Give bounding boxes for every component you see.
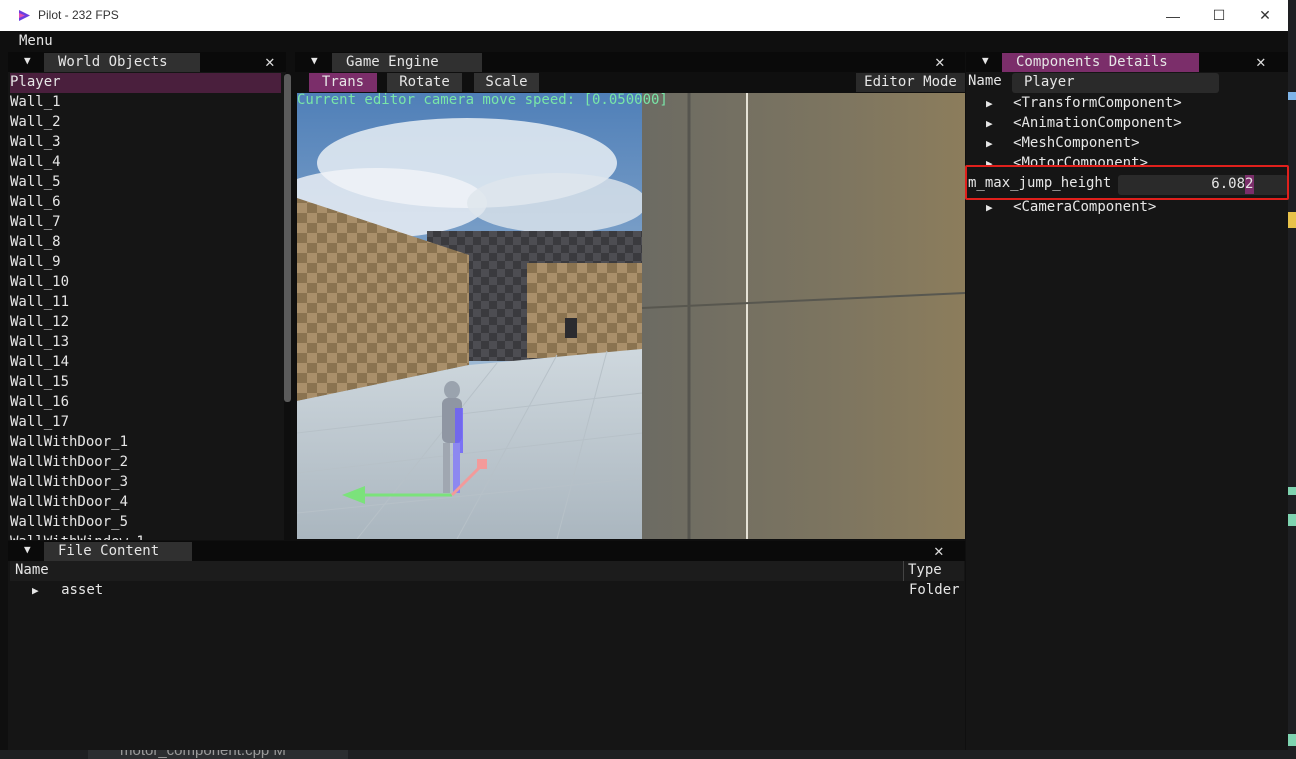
close-window-button[interactable]: ✕ [1242,0,1288,31]
table-cell-type: Folder [909,582,960,598]
scrollbar[interactable] [284,74,291,540]
world-object-item[interactable]: Wall_1 [10,93,281,113]
component-item-mesh[interactable]: ▶ <MeshComponent> [986,134,1140,154]
world-object-item[interactable]: Wall_3 [10,133,281,153]
camera-speed-readout: Current editor camera move speed: [0.050… [297,92,668,108]
column-header-name[interactable]: Name [15,562,49,578]
tab-file-content[interactable]: File Content [44,542,192,561]
transform-toolbar: Trans Rotate Scale Editor Mode [295,72,965,93]
table-row[interactable]: ▶ asset [32,581,103,601]
minimize-icon: — [1166,7,1180,24]
collapse-triangle-icon[interactable]: ▼ [311,54,318,67]
background-window-edge [1288,0,1296,759]
window-titlebar: Pilot - 232 FPS — ☐ ✕ [0,0,1288,31]
collapse-triangle-icon[interactable]: ▼ [982,54,989,67]
highlight-annotation-box [965,165,1289,200]
close-panel-icon[interactable]: ✕ [1256,52,1266,71]
world-object-item[interactable]: Wall_5 [10,173,281,193]
table-header: Name Type [10,561,964,581]
world-object-item[interactable]: Wall_11 [10,293,281,313]
background-editor-glyph [1288,734,1296,746]
name-label: Name [968,73,1002,89]
window-title: Pilot - 232 FPS [38,8,119,22]
component-item-transform[interactable]: ▶ <TransformComponent> [986,94,1182,114]
world-object-item[interactable]: WallWithDoor_5 [10,513,281,533]
close-icon: ✕ [1259,7,1271,23]
world-object-item[interactable]: Wall_10 [10,273,281,293]
close-panel-icon[interactable]: ✕ [935,52,945,71]
file-content-panel: ▼ File Content ✕ Name Type ▶ asset Folde… [8,541,965,750]
expand-triangle-icon[interactable]: ▶ [986,97,993,110]
world-object-item[interactable]: Wall_13 [10,333,281,353]
component-item-camera[interactable]: ▶ <CameraComponent> [986,198,1156,218]
world-object-item[interactable]: WallWithDoor_4 [10,493,281,513]
tab-game-engine[interactable]: Game Engine [332,53,482,72]
background-editor-glyph [1288,487,1296,495]
game-engine-panel: ▼ Game Engine ✕ Trans Rotate Scale Edito… [295,52,965,540]
tab-components-details[interactable]: Components Details [1002,53,1199,72]
panel-header: ▼ Game Engine ✕ [295,52,965,72]
close-panel-icon[interactable]: ✕ [265,52,275,71]
world-object-item[interactable]: Player [10,73,281,93]
expand-triangle-icon[interactable]: ▶ [986,157,993,165]
rotate-mode-button[interactable]: Rotate [387,73,462,92]
tab-world-objects[interactable]: World Objects [44,53,200,72]
close-panel-icon[interactable]: ✕ [934,541,944,560]
editor-mode-button[interactable]: Editor Mode [856,73,965,92]
world-object-item[interactable]: WallWithDoor_3 [10,473,281,493]
world-object-item[interactable]: Wall_14 [10,353,281,373]
world-object-item[interactable]: Wall_8 [10,233,281,253]
menu-bar: Menu [8,31,1288,52]
background-editor-glyph [1288,212,1296,228]
world-object-item[interactable]: Wall_17 [10,413,281,433]
collapse-triangle-icon[interactable]: ▼ [24,54,31,67]
world-objects-list: Player Wall_1 Wall_2 Wall_3 Wall_4 Wall_5 Wall… [10,73,281,540]
column-divider[interactable] [903,561,904,581]
world-object-item[interactable]: WallWithWindow_1 [10,533,281,540]
world-object-item[interactable]: Wall_2 [10,113,281,133]
collapse-triangle-icon[interactable]: ▼ [24,543,31,556]
expand-triangle-icon[interactable]: ▶ [986,137,993,150]
world-object-item[interactable]: Wall_9 [10,253,281,273]
pilot-editor-app: Menu ▼ World Objects ✕ Player Wall_1 Wall_… [0,31,1288,750]
world-object-item[interactable]: Wall_16 [10,393,281,413]
expand-triangle-icon[interactable]: ▶ [986,117,993,130]
world-object-item[interactable]: Wall_6 [10,193,281,213]
world-object-item[interactable]: WallWithDoor_2 [10,453,281,473]
column-header-type[interactable]: Type [908,562,942,578]
world-object-item[interactable]: Wall_12 [10,313,281,333]
world-object-item[interactable]: Wall_15 [10,373,281,393]
world-object-item[interactable]: Wall_4 [10,153,281,173]
scrollbar-thumb[interactable] [284,74,291,402]
panel-header: ▼ Components Details ✕ [966,52,1288,72]
world-object-item[interactable]: Wall_7 [10,213,281,233]
world-object-item[interactable]: WallWithDoor_1 [10,433,281,453]
trans-mode-button[interactable]: Trans [309,73,377,92]
background-editor-glyph [1288,514,1296,526]
game-viewport[interactable] [297,93,965,539]
pilot-logo-icon [19,10,30,21]
component-item-animation[interactable]: ▶ <AnimationComponent> [986,114,1182,134]
scale-mode-button[interactable]: Scale [474,73,539,92]
maximize-button[interactable]: ☐ [1196,0,1242,31]
expand-triangle-icon[interactable]: ▶ [986,201,993,214]
component-item-motor[interactable]: ▶ <MotorComponent> [986,154,1148,165]
components-details-panel: ▼ Components Details ✕ Name Player ▶ <Tr… [966,52,1288,750]
background-editor-glyph [1288,92,1296,100]
minimize-button[interactable]: — [1150,0,1196,31]
menu-button[interactable]: Menu [19,33,53,49]
name-field[interactable]: Player [1012,73,1219,93]
world-objects-panel: ▼ World Objects ✕ Player Wall_1 Wall_2 Wall… [8,52,291,540]
panel-header: ▼ World Objects ✕ [8,52,286,72]
maximize-icon: ☐ [1212,7,1226,23]
panel-header: ▼ File Content ✕ [8,541,965,561]
expand-triangle-icon[interactable]: ▶ [32,584,39,597]
